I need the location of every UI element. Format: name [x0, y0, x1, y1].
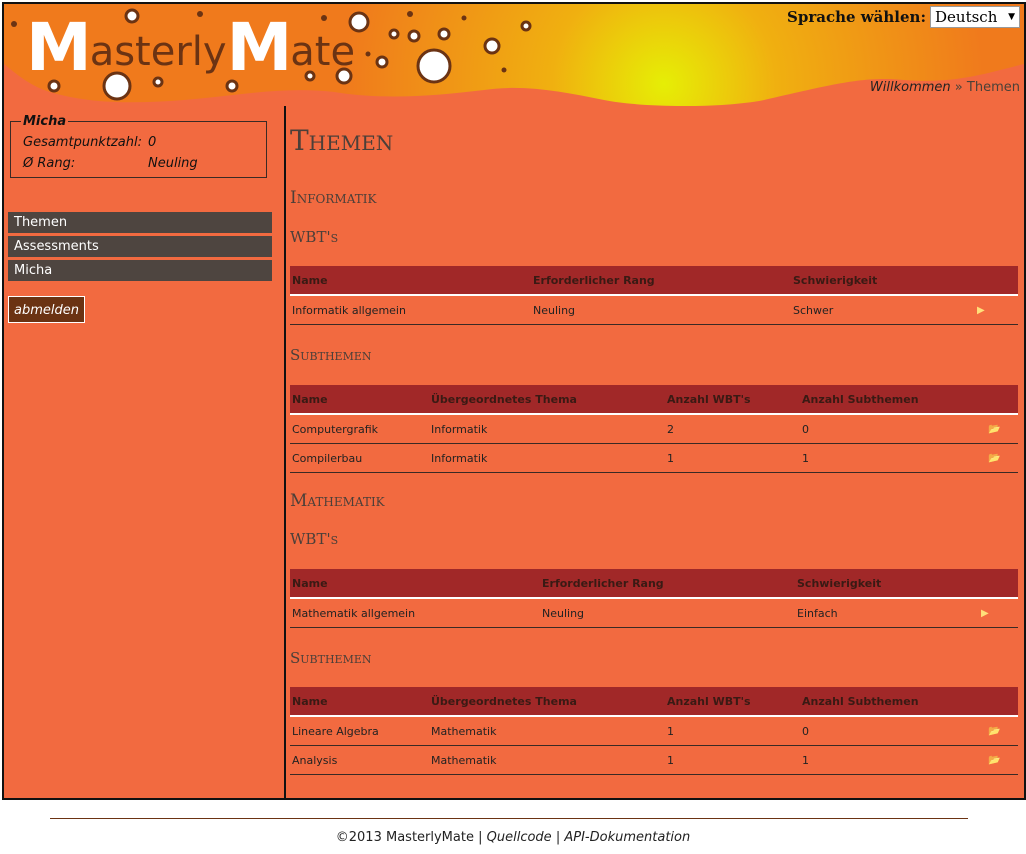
- nav-item-assessments[interactable]: Assessments: [8, 236, 272, 257]
- column-header-name: Name: [292, 576, 328, 590]
- sidebar: Micha Gesamtpunktzahl: 0 Ø Rang: Neuling…: [4, 106, 286, 798]
- breadcrumb-home-link[interactable]: Willkommen: [870, 80, 951, 95]
- table-header: Name Erforderlicher Rang Schwierigkeit: [290, 266, 1018, 296]
- language-label: Sprache wählen:: [787, 8, 926, 26]
- subtopic-parent: Mathematik: [431, 724, 497, 738]
- chevron-down-icon: ▼: [1008, 12, 1015, 22]
- user-points-label: Gesamtpunktzahl:: [23, 135, 142, 150]
- nav-item-themen[interactable]: Themen: [8, 212, 272, 233]
- subtopics-heading: Subthemen: [290, 346, 372, 364]
- user-points-value: 0: [147, 135, 157, 150]
- folder-open-icon[interactable]: 📂: [986, 726, 1000, 737]
- subtopics-heading: Subthemen: [290, 649, 372, 667]
- table-header: Name Übergeordnetes Thema Anzahl WBT's A…: [290, 385, 1018, 415]
- column-header-rank: Erforderlicher Rang: [533, 273, 655, 287]
- column-header-wbt-count: Anzahl WBT's: [667, 392, 751, 406]
- logout-button[interactable]: abmelden: [8, 296, 85, 323]
- subtopic-wbt-count: 1: [667, 451, 674, 465]
- wbt-name: Informatik allgemein: [292, 303, 406, 317]
- folder-open-icon[interactable]: 📂: [986, 453, 1000, 464]
- footer-separator: |: [478, 830, 483, 845]
- play-icon[interactable]: ▶: [979, 608, 989, 619]
- user-rank-label: Ø Rang:: [23, 156, 76, 171]
- wbt-rank: Neuling: [542, 606, 585, 620]
- logo-text: asterly: [89, 29, 227, 75]
- api-docs-link[interactable]: API-Dokumentation: [564, 830, 690, 845]
- folder-open-icon[interactable]: 📂: [986, 424, 1000, 435]
- wbt-difficulty: Schwer: [793, 303, 834, 317]
- wbt-rank: Neuling: [533, 303, 576, 317]
- user-name: Micha: [23, 114, 67, 129]
- logo: M asterly M ate: [26, 14, 355, 82]
- page-frame: M asterly M ate Sprache wählen: Deutsch …: [2, 2, 1026, 800]
- footer: ©2013 MasterlyMate | Quellcode | API-Dok…: [0, 830, 1026, 845]
- subtopic-sub-count: 0: [802, 422, 809, 436]
- subtopics-table: Name Übergeordnetes Thema Anzahl WBT's A…: [290, 385, 1018, 473]
- column-header-parent: Übergeordnetes Thema: [431, 392, 577, 406]
- section-title: Mathematik: [290, 491, 385, 511]
- language-select[interactable]: Deutsch ▼: [930, 6, 1020, 28]
- subtopic-name: Computergrafik: [292, 422, 379, 436]
- language-value: Deutsch: [935, 8, 998, 26]
- subtopic-name: Analysis: [292, 753, 338, 767]
- logo-letter-m: M: [226, 9, 293, 86]
- column-header-parent: Übergeordnetes Thema: [431, 694, 577, 708]
- table-header: Name Übergeordnetes Thema Anzahl WBT's A…: [290, 687, 1018, 717]
- logo-text: ate: [290, 29, 356, 75]
- subtopic-wbt-count: 1: [667, 753, 674, 767]
- section-title: Informatik: [290, 188, 377, 208]
- table-row[interactable]: Compilerbau Informatik 1 1 📂: [290, 444, 1018, 473]
- table-row[interactable]: Lineare Algebra Mathematik 1 0 📂: [290, 717, 1018, 746]
- subtopic-name: Lineare Algebra: [292, 724, 379, 738]
- subtopic-sub-count: 1: [802, 451, 809, 465]
- breadcrumb: Willkommen » Themen: [870, 80, 1020, 95]
- nav-item-micha[interactable]: Micha: [8, 260, 272, 281]
- table-row[interactable]: Computergrafik Informatik 2 0 📂: [290, 415, 1018, 444]
- subtopic-wbt-count: 1: [667, 724, 674, 738]
- wbt-table: Name Erforderlicher Rang Schwierigkeit M…: [290, 569, 1018, 628]
- source-code-link[interactable]: Quellcode: [487, 830, 552, 845]
- play-icon[interactable]: ▶: [975, 305, 985, 316]
- user-points-row: Gesamtpunktzahl: 0: [23, 135, 266, 150]
- column-header-name: Name: [292, 392, 328, 406]
- user-rank-row: Ø Rang: Neuling: [23, 156, 266, 171]
- column-header-difficulty: Schwierigkeit: [797, 576, 882, 590]
- breadcrumb-current: Themen: [966, 80, 1020, 95]
- footer-separator: |: [555, 830, 561, 845]
- table-header: Name Erforderlicher Rang Schwierigkeit: [290, 569, 1018, 599]
- column-header-name: Name: [292, 694, 328, 708]
- footer-copyright: ©2013 MasterlyMate: [335, 830, 474, 845]
- column-header-subtopic-count: Anzahl Subthemen: [802, 694, 919, 708]
- user-rank-value: Neuling: [148, 156, 198, 171]
- column-header-difficulty: Schwierigkeit: [793, 273, 878, 287]
- logo-letter-m: M: [26, 9, 92, 86]
- subtopic-name: Compilerbau: [292, 451, 363, 465]
- wbt-heading: WBT's: [290, 530, 339, 548]
- language-selector: Sprache wählen: Deutsch ▼: [787, 6, 1020, 28]
- footer-divider: [50, 818, 968, 819]
- wbt-name: Mathematik allgemein: [292, 606, 416, 620]
- folder-open-icon[interactable]: 📂: [986, 755, 1000, 766]
- subtopic-parent: Mathematik: [431, 753, 497, 767]
- breadcrumb-separator: »: [954, 80, 963, 95]
- user-info-box: Micha Gesamtpunktzahl: 0 Ø Rang: Neuling: [10, 114, 267, 178]
- subtopic-sub-count: 1: [802, 753, 809, 767]
- column-header-wbt-count: Anzahl WBT's: [667, 694, 751, 708]
- subtopics-table: Name Übergeordnetes Thema Anzahl WBT's A…: [290, 687, 1018, 775]
- subtopic-parent: Informatik: [431, 422, 488, 436]
- table-row[interactable]: Informatik allgemein Neuling Schwer ▶: [290, 296, 1018, 325]
- wbt-difficulty: Einfach: [797, 606, 838, 620]
- column-header-subtopic-count: Anzahl Subthemen: [802, 392, 919, 406]
- column-header-name: Name: [292, 273, 328, 287]
- page-title: Themen: [290, 124, 394, 157]
- subtopic-sub-count: 0: [802, 724, 809, 738]
- subtopic-wbt-count: 2: [667, 422, 674, 436]
- subtopic-parent: Informatik: [431, 451, 488, 465]
- table-row[interactable]: Mathematik allgemein Neuling Einfach ▶: [290, 599, 1018, 628]
- table-row[interactable]: Analysis Mathematik 1 1 📂: [290, 746, 1018, 775]
- column-header-rank: Erforderlicher Rang: [542, 576, 664, 590]
- wbt-heading: WBT's: [290, 228, 339, 246]
- wbt-table: Name Erforderlicher Rang Schwierigkeit I…: [290, 266, 1018, 325]
- header: M asterly M ate Sprache wählen: Deutsch …: [4, 4, 1024, 106]
